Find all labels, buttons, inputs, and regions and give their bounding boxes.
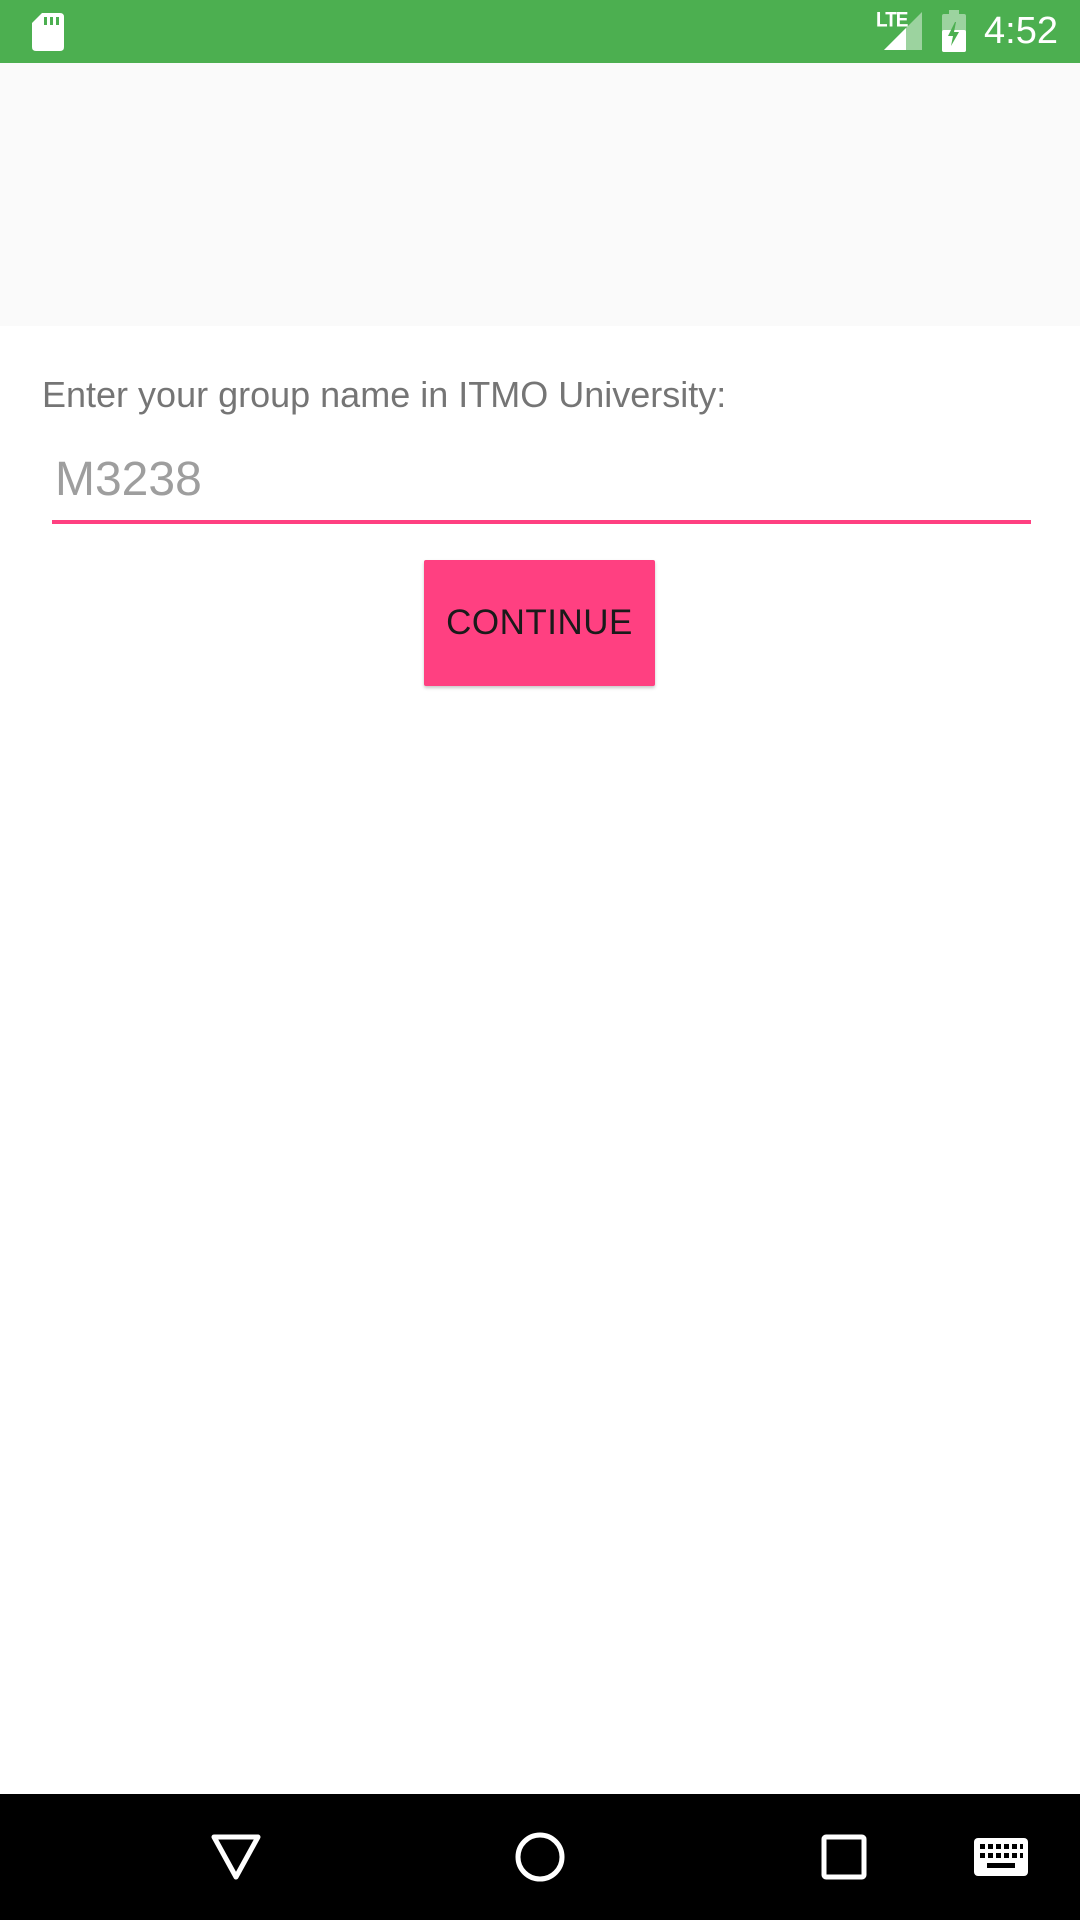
home-icon xyxy=(515,1832,565,1882)
status-clock: 4:52 xyxy=(984,10,1058,52)
home-button[interactable] xyxy=(470,1794,610,1920)
group-name-prompt: Enter your group name in ITMO University… xyxy=(42,374,727,415)
signal-icon xyxy=(884,12,922,50)
keyboard-icon xyxy=(974,1838,1028,1876)
group-name-input[interactable] xyxy=(52,444,1031,524)
back-icon xyxy=(211,1834,261,1880)
app-bar xyxy=(0,63,1080,326)
recents-icon xyxy=(821,1834,867,1880)
continue-button[interactable]: CONTINUE xyxy=(424,560,655,686)
screen: LTE 4:52 Enter your group name in ITMO U… xyxy=(0,0,1080,1920)
sd-card-icon xyxy=(32,13,64,51)
battery-charging-icon xyxy=(942,10,966,52)
recents-button[interactable] xyxy=(774,1794,914,1920)
keyboard-switch-button[interactable] xyxy=(931,1794,1071,1920)
status-bar: LTE 4:52 xyxy=(0,0,1080,63)
back-button[interactable] xyxy=(166,1794,306,1920)
navigation-bar xyxy=(0,1794,1080,1920)
